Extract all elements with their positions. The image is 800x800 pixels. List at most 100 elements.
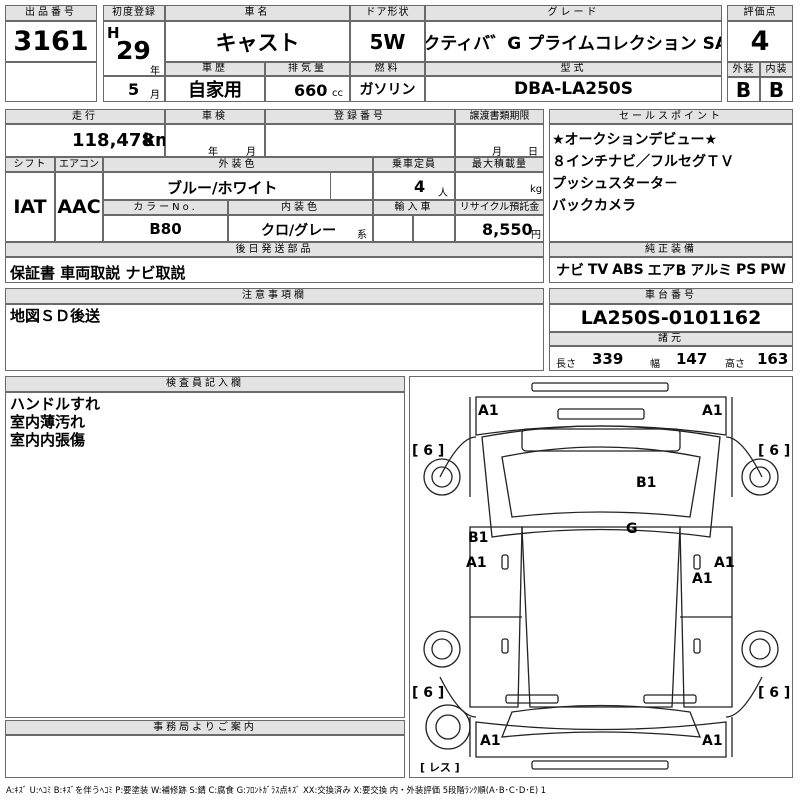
equipment-item: PW bbox=[760, 262, 786, 278]
rear-left-wheel-outline bbox=[431, 638, 453, 660]
transfer-deadline-header: 譲渡書類期限 bbox=[455, 109, 544, 124]
front-grille-outline bbox=[521, 428, 681, 452]
first-registration-month-cell: 5 月 bbox=[103, 76, 165, 102]
equipment-item: アルミ bbox=[690, 263, 733, 279]
inspector-note-line: ハンドルすれ bbox=[10, 395, 101, 413]
month-unit: 月 bbox=[150, 90, 160, 101]
grade-header: グレード bbox=[425, 5, 722, 21]
sales-points-header: セールスポイント bbox=[549, 109, 793, 124]
car-name-header: 車名 bbox=[165, 5, 350, 21]
front-bumper-outline bbox=[531, 382, 669, 392]
displacement-unit: cc bbox=[332, 88, 343, 99]
recycle-fee-header: リサイクル預託金 bbox=[455, 200, 544, 215]
tire-tread-mark: [ 6 ] bbox=[758, 685, 790, 701]
dimensions-cell: 長さ 339 幅 147 高さ 163 bbox=[549, 346, 793, 371]
width-label: 幅 bbox=[650, 359, 660, 370]
sales-points-box: ★オークションデビュー★ ８インチナビ／フルセグＴＶ プッシュスタータ－ バック… bbox=[549, 124, 793, 242]
front-right-tire-outline bbox=[741, 458, 779, 496]
capacity-unit: 人 bbox=[438, 188, 448, 199]
inspection-month-unit: 月 bbox=[246, 147, 256, 158]
interior-color: クロ/グレー bbox=[261, 223, 337, 239]
model-header: 型式 bbox=[425, 62, 722, 76]
front-left-tire-outline bbox=[423, 458, 461, 496]
transfer-deadline-cell: 月 日 bbox=[455, 124, 544, 158]
chassis-number: LA250S-0101162 bbox=[549, 304, 793, 332]
sales-point-line: プッシュスタータ－ bbox=[552, 176, 678, 192]
registration-year: 29 bbox=[116, 36, 151, 65]
interior-grade-header: 内装 bbox=[760, 62, 793, 77]
history-header: 車歴 bbox=[165, 62, 265, 76]
damage-mark: G bbox=[626, 521, 638, 537]
import-cell-1 bbox=[373, 215, 413, 242]
car-diagram-box: A1 A1 B1 G B1 A1 A1 A1 A1 A1 [ 6 ] [ 6 ]… bbox=[409, 376, 793, 778]
specs-header: 諸元 bbox=[549, 332, 793, 346]
damage-mark: A1 bbox=[702, 733, 723, 749]
rear-hatch-outline bbox=[475, 721, 727, 758]
color-no: B80 bbox=[103, 215, 228, 242]
width-value: 147 bbox=[676, 350, 708, 368]
damage-mark: B1 bbox=[636, 475, 656, 491]
sales-point-line: ★オークションデビュー★ bbox=[552, 132, 718, 148]
damage-mark: B1 bbox=[468, 530, 488, 546]
inspector-note-line: 室内内張傷 bbox=[10, 431, 86, 449]
mileage-cell: 118,478 km bbox=[5, 124, 174, 157]
length-value: 339 bbox=[592, 350, 624, 368]
damage-mark: A1 bbox=[702, 403, 723, 419]
import-cell-2 bbox=[413, 215, 455, 242]
equipment-header: 純正装備 bbox=[549, 242, 793, 257]
registration-number-header: 登録番号 bbox=[265, 109, 455, 124]
interior-color-header: 内装色 bbox=[228, 200, 373, 215]
damage-mark: A1 bbox=[466, 555, 487, 571]
interior-color-cell: クロ/グレー 系 bbox=[228, 215, 373, 242]
exterior-grade: B bbox=[727, 77, 760, 102]
later-parts-header: 後日発送部品 bbox=[5, 242, 544, 257]
spare-tire-outline bbox=[425, 704, 471, 750]
equipment-item: PS bbox=[736, 262, 757, 278]
lot-number: 3161 bbox=[5, 21, 97, 62]
recycle-fee-unit: 円 bbox=[531, 230, 541, 241]
recycle-fee-cell: 8,550 円 bbox=[455, 215, 544, 242]
capacity-cell: 4 人 bbox=[373, 172, 455, 200]
interior-color-suffix: 系 bbox=[357, 230, 367, 241]
transfer-day-unit: 日 bbox=[528, 147, 538, 158]
capacity: 4 bbox=[414, 177, 426, 196]
inspector-note-line: 室内薄汚れ bbox=[10, 413, 86, 431]
tire-tread-mark: [ 6 ] bbox=[412, 443, 444, 459]
max-load-unit: kg bbox=[530, 184, 543, 195]
fuel-header: 燃料 bbox=[350, 62, 425, 76]
transfer-month-unit: 月 bbox=[492, 147, 502, 158]
rear-right-wheel-outline bbox=[749, 638, 771, 660]
year-unit: 年 bbox=[150, 66, 160, 77]
inspection-year-unit: 年 bbox=[208, 147, 218, 158]
shift: IAT bbox=[5, 172, 55, 242]
door-type-header: ドア形状 bbox=[350, 5, 425, 21]
car-diagram: A1 A1 B1 G B1 A1 A1 A1 A1 A1 [ 6 ] [ 6 ]… bbox=[412, 382, 790, 774]
length-label: 長さ bbox=[556, 359, 576, 370]
rear-right-tire-outline bbox=[741, 630, 779, 668]
office-header: 事務局よりご案内 bbox=[5, 720, 405, 735]
left-rear-light bbox=[505, 694, 559, 704]
spare-tire-note: [ レス ] bbox=[420, 761, 460, 774]
mileage-header: 走行 bbox=[5, 109, 165, 124]
left-front-handle bbox=[501, 554, 509, 570]
import-header: 輸入車 bbox=[373, 200, 455, 215]
exterior-color-header: 外装色 bbox=[103, 157, 373, 172]
damage-mark: A1 bbox=[714, 555, 735, 571]
inspection-cell: 年 月 bbox=[165, 124, 265, 158]
damage-mark: A1 bbox=[478, 403, 499, 419]
right-rear-light bbox=[643, 694, 697, 704]
office-notes bbox=[5, 735, 405, 778]
legend-text: A:ｷｽﾞ U:ﾍｺﾐ B:ｷｽﾞを伴うﾍｺﾐ P:要塗装 W:補修跡 S:錆 … bbox=[6, 785, 547, 795]
score-header: 評価点 bbox=[727, 5, 793, 21]
car-name: キャスト bbox=[165, 21, 350, 62]
equipment-item: エアB bbox=[647, 263, 687, 279]
chassis-header: 車台番号 bbox=[549, 288, 793, 304]
registration-month: 5 bbox=[128, 80, 140, 99]
front-right-wheel-outline bbox=[749, 466, 771, 488]
right-rear-handle bbox=[693, 638, 701, 654]
sales-point-line: ８インチナビ／フルセグＴＶ bbox=[552, 154, 734, 170]
capacity-header: 乗車定員 bbox=[373, 157, 455, 172]
exterior-grade-header: 外装 bbox=[727, 62, 760, 77]
equipment-item: ナビ bbox=[555, 263, 584, 279]
score: 4 bbox=[727, 21, 793, 62]
